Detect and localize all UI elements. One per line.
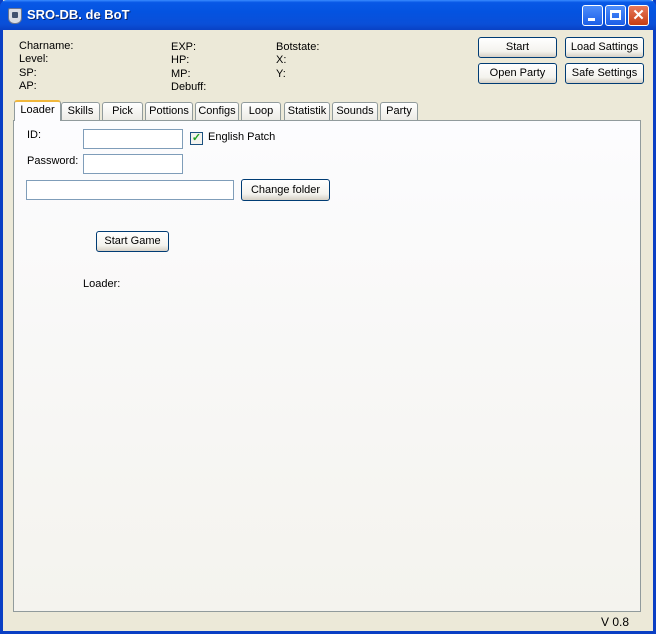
mp-label: MP: — [171, 67, 191, 80]
tab-configs[interactable]: Configs — [195, 102, 239, 120]
status-column-char: Charname: Level: SP: AP: — [19, 40, 73, 93]
tab-sounds[interactable]: Sounds — [332, 102, 378, 120]
ap-label: AP: — [19, 79, 37, 92]
sp-label: SP: — [19, 66, 37, 79]
tab-loader[interactable]: Loader — [14, 100, 61, 121]
minimize-button[interactable] — [582, 5, 603, 26]
tab-loop[interactable]: Loop — [241, 102, 281, 120]
status-column-vitals: EXP: HP: MP: Debuff: — [171, 41, 206, 94]
debuff-label: Debuff: — [171, 80, 207, 93]
change-folder-button[interactable]: Change folder — [241, 179, 330, 201]
tab-skills[interactable]: Skills — [61, 102, 100, 120]
version-label: V 0.8 — [601, 615, 630, 629]
open-party-button[interactable]: Open Party — [478, 63, 557, 84]
x-coord-label: X: — [276, 54, 287, 67]
exp-label: EXP: — [171, 41, 197, 53]
loader-status-label: Loader: — [83, 278, 121, 290]
title-bar[interactable]: SRO-DB. de BoT ✕ — [0, 0, 656, 30]
close-button[interactable]: ✕ — [628, 5, 649, 26]
english-patch-checkbox[interactable]: ✓ — [190, 132, 203, 145]
start-button[interactable]: Start — [478, 37, 557, 58]
tab-party[interactable]: Party — [380, 102, 418, 120]
tab-statistik[interactable]: Statistik — [284, 102, 330, 120]
y-coord-label: Y: — [276, 67, 286, 80]
maximize-icon — [610, 10, 621, 20]
id-input[interactable] — [83, 129, 183, 149]
start-game-button[interactable]: Start Game — [96, 231, 169, 252]
charname-label: Charname: — [19, 40, 74, 52]
english-patch-label: English Patch — [208, 131, 276, 143]
game-folder-input[interactable] — [26, 180, 234, 200]
tab-pottions[interactable]: Pottions — [145, 102, 193, 120]
id-label: ID: — [27, 129, 42, 141]
password-input[interactable] — [83, 154, 183, 174]
level-label: Level: — [19, 53, 49, 66]
hp-label: HP: — [171, 54, 190, 67]
window-title: SRO-DB. de BoT — [27, 7, 130, 22]
minimize-icon — [588, 18, 595, 21]
status-column-bot: Botstate: X: Y: — [276, 41, 319, 81]
app-shield-icon[interactable] — [8, 8, 22, 24]
checkmark-icon: ✓ — [191, 132, 202, 144]
tab-pick[interactable]: Pick — [102, 102, 143, 120]
safe-settings-button[interactable]: Safe Settings — [565, 63, 644, 84]
loader-panel: ID: ✓ English Patch Password: Change fol… — [13, 120, 641, 612]
load-settings-button[interactable]: Load Sattings — [565, 37, 644, 58]
close-icon: ✕ — [632, 7, 645, 24]
maximize-button[interactable] — [605, 5, 626, 26]
password-label: Password: — [27, 155, 79, 167]
botstate-label: Botstate: — [276, 41, 320, 53]
